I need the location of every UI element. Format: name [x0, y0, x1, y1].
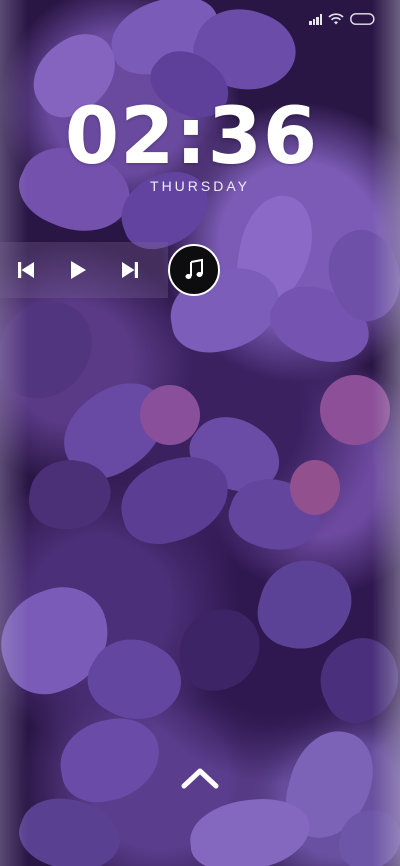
lockscreen-day: THURSDAY	[150, 178, 250, 194]
battery-icon	[350, 13, 376, 25]
skip-next-button[interactable]	[104, 242, 156, 298]
music-note-icon	[185, 258, 203, 279]
wifi-icon	[328, 13, 344, 25]
chevron-up-icon	[181, 768, 219, 789]
status-bar	[309, 12, 376, 26]
lock-screen: 02:36 THURSDAY	[0, 0, 400, 866]
music-app-button[interactable]	[168, 244, 220, 296]
skip-next-icon	[122, 262, 138, 278]
swipe-up-button[interactable]	[178, 762, 222, 794]
skip-previous-icon	[18, 262, 34, 278]
play-button[interactable]	[52, 242, 104, 298]
signal-icon	[309, 13, 322, 25]
music-controls	[0, 242, 168, 298]
play-icon	[71, 261, 86, 279]
lockscreen-clock: 02:36	[64, 92, 319, 182]
skip-previous-button[interactable]	[0, 242, 52, 298]
